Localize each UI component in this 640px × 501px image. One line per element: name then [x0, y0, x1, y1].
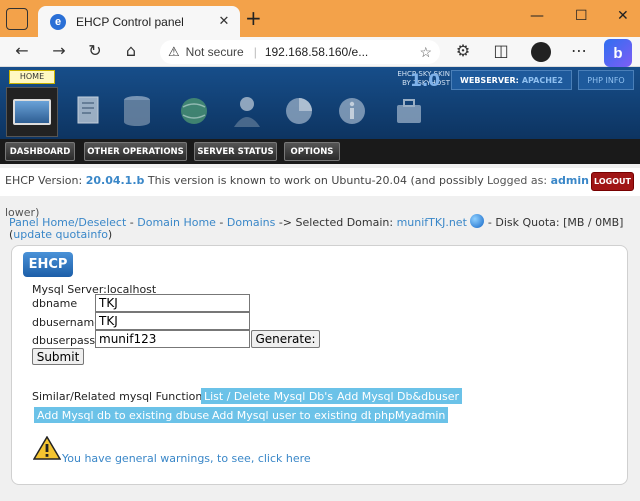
webserver-label: WEBSERVER: [460, 75, 519, 85]
maximize-icon[interactable]: ☐ [575, 8, 588, 24]
new-tab-icon[interactable]: + [245, 6, 262, 30]
ehcp-header: HOME EHCP SKY SKIN BY 7SKYHOST 1.0 WEBSE… [0, 67, 640, 139]
php-info-button[interactable]: PHP INFO [578, 70, 634, 90]
home-monitor-icon[interactable] [6, 87, 58, 137]
refresh-icon[interactable]: ↻ [84, 41, 106, 60]
dbusername-label: dbusername [32, 316, 101, 329]
breadcrumb-domains[interactable]: Domains [227, 216, 275, 229]
add-db-existing-user-link[interactable]: Add Mysql db to existing dbuser [34, 407, 217, 423]
logged-as-label: Logged as: [487, 174, 548, 187]
main-navbar: DASHBOARD OTHER OPERATIONS SERVER STATUS… [0, 139, 640, 164]
version-note: This version is known to work on Ubuntu-… [147, 174, 484, 187]
dbname-label: dbname [32, 297, 78, 310]
add-user-existing-db-link[interactable]: Add Mysql user to existing db [209, 407, 378, 423]
general-warnings-link[interactable]: You have general warnings, to see, click… [62, 452, 311, 465]
nav-dashboard[interactable]: DASHBOARD [5, 142, 75, 161]
version-infobar: EHCP Version: 20.04.1.b This version is … [0, 168, 640, 196]
update-quota-link[interactable]: update quotainfo [13, 228, 108, 241]
favorite-star-icon[interactable]: ☆ [419, 44, 432, 61]
dbusername-input[interactable]: TKJ [95, 312, 250, 330]
window-close-icon[interactable]: ✕ [617, 8, 629, 24]
generate-button[interactable]: Generate: [251, 330, 320, 348]
ehcp-badge: EHCP [23, 252, 73, 277]
webserver-status: WEBSERVER: APACHE2 [451, 70, 572, 90]
url-text[interactable]: 192.168.58.160/e... [265, 45, 420, 59]
browser-tabstrip: e EHCP Control panel ✕ + — ☐ ✕ [0, 0, 640, 37]
warning-icon [33, 436, 61, 460]
dbuserpass-label: dbuserpass [32, 334, 96, 347]
bing-copilot-icon[interactable]: b [604, 39, 632, 67]
nav-options[interactable]: OPTIONS [284, 142, 340, 161]
warning-triangle-icon[interactable]: ⚠ [168, 44, 180, 60]
submit-button[interactable]: Submit [32, 348, 84, 365]
version-number: 20.04.1.b [85, 174, 145, 187]
selected-domain-link[interactable]: munifTKJ.net [397, 216, 467, 229]
selected-domain-label: -> Selected Domain: [275, 216, 397, 229]
database-icon[interactable] [120, 93, 154, 129]
breadcrumb-sep: - [215, 216, 227, 229]
more-menu-icon[interactable]: ⋯ [568, 41, 590, 60]
home-icon[interactable]: ⌂ [120, 41, 142, 60]
globe-icon[interactable] [177, 93, 211, 129]
dbname-input[interactable]: TKJ [95, 294, 250, 312]
back-icon[interactable]: ← [11, 41, 33, 60]
minimize-icon[interactable]: — [530, 8, 544, 24]
user-icon[interactable] [230, 93, 264, 129]
browser-tab[interactable]: e EHCP Control panel ✕ [38, 6, 240, 37]
breadcrumb: Panel Home/Deselect - Domain Home - Doma… [9, 214, 635, 241]
dbuserpass-input[interactable]: munif123 [95, 330, 250, 348]
logged-as: Logged as: admin [487, 174, 589, 187]
domain-globe-icon[interactable] [470, 214, 485, 228]
home-label[interactable]: HOME [9, 70, 55, 84]
info-icon[interactable] [335, 93, 369, 129]
phpmyadmin-link[interactable]: phpMyadmin [371, 407, 449, 423]
related-functions-label: Similar/Related mysql Functions: [32, 390, 212, 403]
tab-title: EHCP Control panel [76, 14, 184, 29]
version-line: EHCP Version: 20.04.1.b This version is … [5, 174, 484, 187]
forward-icon[interactable]: → [48, 41, 70, 60]
address-separator: | [253, 45, 257, 59]
profile-avatar[interactable] [531, 42, 551, 62]
tab-actions-icon[interactable] [6, 8, 28, 30]
extensions-icon[interactable]: ⚙ [452, 41, 474, 60]
version-label: EHCP Version: [5, 174, 83, 187]
breadcrumb-sep: - [126, 216, 138, 229]
browser-toolbar: ← → ↻ ⌂ ⚠ Not secure | 192.168.58.160/e.… [0, 37, 640, 67]
mysql-form-panel: EHCP Mysql Server:localhost dbname TKJ d… [11, 245, 628, 485]
documents-icon[interactable] [72, 93, 106, 129]
split-screen-icon[interactable]: ◫ [490, 41, 512, 60]
not-secure-label[interactable]: Not secure [186, 45, 244, 59]
add-db-dbuser-link[interactable]: Add Mysql Db&dbuser [334, 388, 463, 404]
logged-user: admin [550, 174, 589, 187]
skin-version: 1.0 [410, 71, 441, 91]
logout-button[interactable]: LOGOUT [591, 172, 634, 191]
tab-close-icon[interactable]: ✕ [214, 14, 234, 29]
list-delete-db-link[interactable]: List / Delete Mysql Db's [201, 388, 337, 404]
nav-other-operations[interactable]: OTHER OPERATIONS [84, 142, 187, 161]
edge-favicon-icon: e [50, 13, 66, 30]
nav-server-status[interactable]: SERVER STATUS [194, 142, 277, 161]
pie-chart-icon[interactable] [282, 93, 316, 129]
address-bar[interactable]: ⚠ Not secure | 192.168.58.160/e... ☆ [160, 40, 440, 64]
breadcrumb-domain-home[interactable]: Domain Home [137, 216, 216, 229]
tools-icon[interactable] [392, 93, 426, 129]
webserver-value: APACHE2 [521, 75, 563, 85]
breadcrumb-close-paren: ) [107, 228, 113, 241]
